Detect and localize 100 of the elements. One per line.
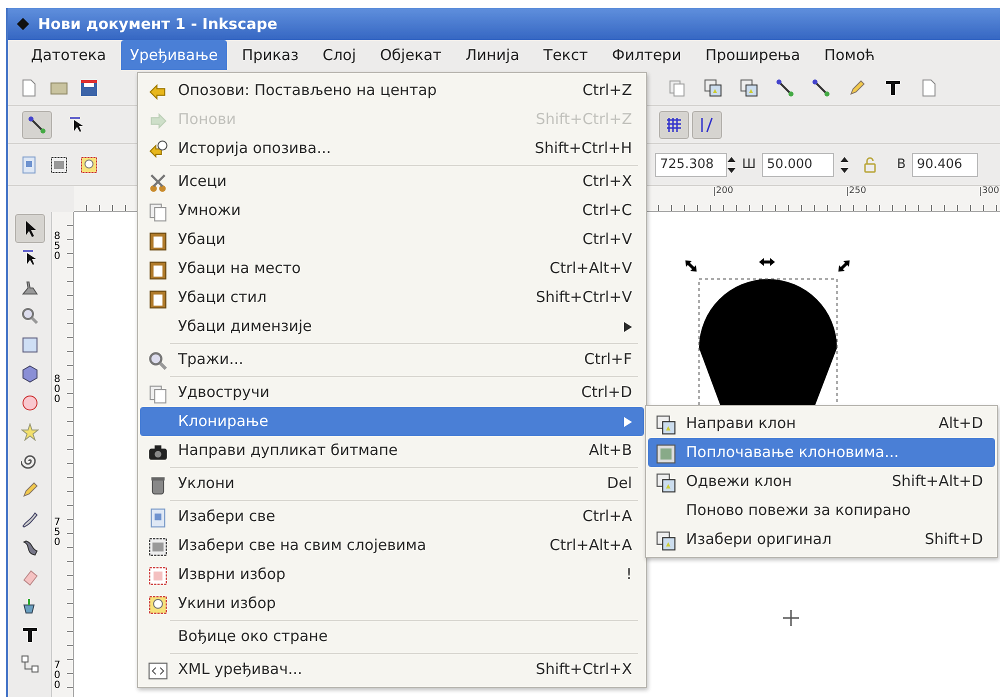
keyboard-shortcut: Alt+D: [938, 413, 983, 434]
clipboard-icon: [148, 260, 168, 280]
scale-handle[interactable]: [838, 260, 850, 272]
menu-bar-item[interactable]: Приказ: [232, 40, 308, 70]
keyboard-shortcut: Shift+Ctrl+V: [536, 287, 632, 308]
menu-item[interactable]: Изврни избор !: [140, 560, 644, 589]
floppy-icon[interactable]: [80, 78, 98, 96]
text-tool-icon[interactable]: [884, 78, 902, 96]
menu-item[interactable]: XML уређивач... Shift+Ctrl+X: [140, 655, 644, 684]
node-tool-icon[interactable]: [812, 78, 830, 96]
submenu-arrow-icon: [624, 416, 632, 426]
menu-item[interactable]: Убаци на место Ctrl+Alt+V: [140, 254, 644, 283]
field-label: В: [896, 156, 906, 174]
eraser-icon[interactable]: [20, 568, 38, 586]
keyboard-shortcut: Shift+Ctrl+H: [534, 138, 632, 160]
text-tool-icon[interactable]: [20, 626, 38, 644]
grid-icon[interactable]: [665, 116, 683, 134]
selection-icon: [148, 508, 168, 528]
keyboard-shortcut: Ctrl+Z: [582, 80, 632, 102]
deselect-icon[interactable]: [80, 156, 98, 174]
pencil-icon[interactable]: [848, 78, 866, 96]
menu-item[interactable]: Убаци димензије: [140, 312, 644, 341]
keyboard-shortcut: Del: [607, 473, 632, 494]
menu-item[interactable]: Исеци Ctrl+X: [140, 167, 644, 196]
cube-icon[interactable]: [20, 364, 38, 382]
dashed-box-icon[interactable]: [50, 156, 68, 174]
search-icon: [148, 351, 168, 372]
menu-item[interactable]: Удвостручи Ctrl+D: [140, 378, 644, 407]
calligraphy-icon[interactable]: [20, 538, 38, 556]
menu-item[interactable]: Направи клон Alt+D: [648, 409, 995, 438]
menu-bar-item[interactable]: Помоћ: [815, 40, 884, 70]
document-icon[interactable]: [920, 78, 938, 96]
deselect-icon: [148, 595, 168, 616]
clipboard-icon: [148, 231, 168, 252]
clone-icon[interactable]: [740, 78, 758, 96]
circle-icon[interactable]: [20, 394, 38, 412]
menu-bar-item[interactable]: Линија: [456, 40, 528, 70]
arrow-icon: [148, 82, 168, 102]
node-arrow-icon[interactable]: [20, 248, 38, 266]
clone-icon: [656, 415, 676, 436]
menu-item[interactable]: Убаци стил Shift+Ctrl+V: [140, 283, 644, 312]
menu-item[interactable]: Одвежи клон Shift+Alt+D: [648, 467, 995, 496]
clone-icon[interactable]: [704, 78, 722, 96]
pen-icon[interactable]: [20, 510, 38, 528]
menu-bar-item[interactable]: Текст: [534, 40, 597, 70]
menu-item[interactable]: Умножи Ctrl+C: [140, 196, 644, 225]
menu-item[interactable]: Изабери све на свим слојевима Ctrl+Alt+A: [140, 531, 644, 560]
dashed-box-icon: [148, 537, 168, 558]
keyboard-shortcut: Shift+Alt+D: [892, 471, 983, 492]
diamond-icon: [16, 17, 30, 31]
document-icon[interactable]: [20, 78, 38, 96]
keyboard-shortcut: Shift+D: [924, 529, 983, 550]
keyboard-shortcut: Alt+B: [588, 440, 632, 462]
node-tool-icon[interactable]: [776, 78, 794, 96]
menu-item[interactable]: Уклони Del: [140, 469, 644, 498]
history-icon: [148, 140, 168, 160]
connector-icon[interactable]: [20, 654, 38, 672]
keyboard-shortcut: Ctrl+Alt+V: [550, 258, 632, 280]
submenu-arrow-icon: [624, 322, 632, 332]
menu-item[interactable]: Изабери све Ctrl+A: [140, 502, 644, 531]
menu-item[interactable]: Направи дупликат битмапе Alt+B: [140, 436, 644, 465]
number-field[interactable]: 725.308: [655, 152, 727, 176]
menu-bar-item[interactable]: Датотека: [22, 40, 116, 70]
menu-item[interactable]: Поплочавање клоновима...: [648, 438, 995, 467]
search-icon[interactable]: [20, 306, 38, 324]
keyboard-shortcut: Ctrl+F: [584, 349, 632, 370]
menu-bar-item[interactable]: Филтери: [602, 40, 690, 70]
scale-handle[interactable]: [759, 258, 775, 266]
menu-item[interactable]: Убаци Ctrl+V: [140, 225, 644, 254]
menu-item[interactable]: Изабери оригинал Shift+D: [648, 525, 995, 554]
ruler-label: 300: [980, 187, 1000, 196]
menu-item[interactable]: Историја опозива... Shift+Ctrl+H: [140, 134, 644, 163]
keyboard-shortcut: Ctrl+V: [582, 229, 632, 250]
menu-item[interactable]: Опозови: Постављено на центар Ctrl+Z: [140, 76, 644, 105]
menu-item[interactable]: Вођице око стране: [140, 622, 644, 651]
copy-icon: [148, 384, 168, 404]
menu-bar-item[interactable]: Проширења: [696, 40, 810, 70]
invert-selection-icon: [148, 566, 168, 586]
scale-handle[interactable]: [685, 260, 697, 272]
menu-item[interactable]: Поново повежи за копирано: [648, 496, 995, 525]
pencil-icon[interactable]: [20, 480, 38, 498]
keyboard-shortcut: Ctrl+C: [582, 200, 632, 222]
star-icon[interactable]: [20, 422, 38, 440]
number-field[interactable]: 50.000: [762, 152, 834, 176]
keyboard-shortcut: Ctrl+D: [581, 382, 632, 404]
square-icon[interactable]: [20, 336, 38, 354]
spinner-icon: [840, 156, 849, 172]
menu-bar-item[interactable]: Слој: [314, 40, 365, 70]
menu-bar-item[interactable]: Објекат: [371, 40, 450, 70]
menu-item[interactable]: Тражи... Ctrl+F: [140, 345, 644, 374]
ruler-label: 250: [847, 187, 866, 196]
menu-item[interactable]: Укини избор: [140, 589, 644, 618]
clone-icon: [656, 531, 676, 552]
menu-item[interactable]: Клонирање: [140, 407, 644, 436]
rotation-center-icon: [782, 609, 800, 627]
selection-icon[interactable]: [20, 156, 38, 174]
node-tool-icon[interactable]: [28, 116, 46, 134]
menu-bar-item[interactable]: Уређивање: [121, 40, 227, 70]
number-field[interactable]: 90.406: [912, 152, 978, 176]
copy-icon[interactable]: [668, 78, 686, 96]
